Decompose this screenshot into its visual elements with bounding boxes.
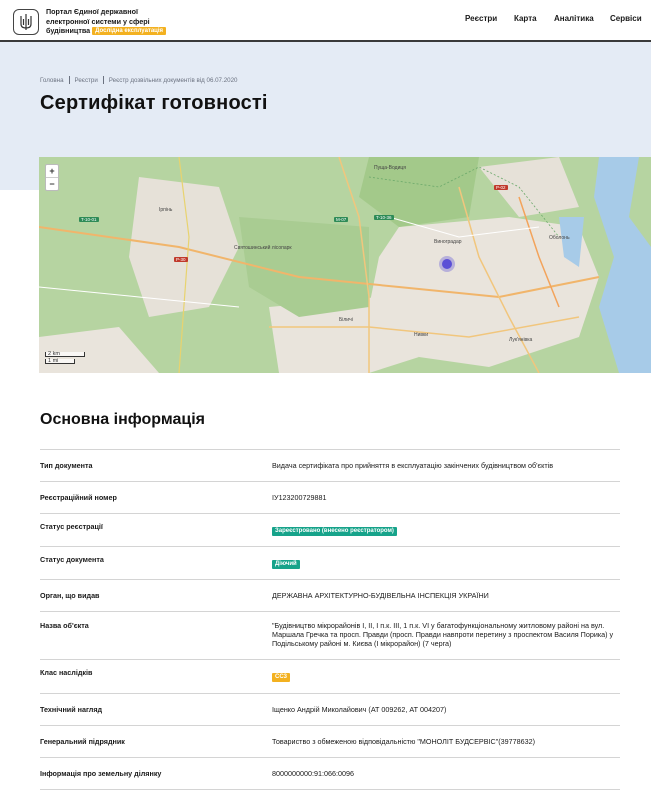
- info-row-doc-type: Тип документа Видача сертифіката про при…: [40, 450, 620, 482]
- brand-line-3: будівництва: [46, 26, 91, 36]
- map-scale: 2 km 1 mi: [45, 351, 85, 364]
- nav-services[interactable]: Сервіси: [610, 14, 642, 23]
- info-label: Статус документа: [40, 555, 104, 564]
- nav-analytics[interactable]: Аналітика: [554, 14, 594, 23]
- info-label: Тип документа: [40, 461, 93, 470]
- info-value: ІУ123200729881: [272, 492, 327, 502]
- info-value: Іщенко Андрій Миколайович (АТ 009262, АТ…: [272, 704, 447, 714]
- info-row-object-name: Назва об'єкта "Будівництво мікрорайонів …: [40, 612, 620, 660]
- breadcrumb-separator: [68, 76, 70, 84]
- info-table: Тип документа Видача сертифіката про при…: [40, 449, 620, 790]
- breadcrumb-current[interactable]: Реєстр дозвільних документів від 06.07.2…: [109, 77, 238, 84]
- breadcrumb: Головна Реєстри Реєстр дозвільних докуме…: [40, 76, 237, 84]
- info-value: Товариство з обмеженою відповідальністю …: [272, 736, 536, 746]
- info-value: Видача сертифіката про прийняття в експл…: [272, 460, 554, 470]
- portal-brand[interactable]: Портал Єдиної державної електронної сист…: [46, 7, 167, 36]
- map-label-vynohradar: Виноградар: [434, 239, 462, 245]
- scale-km: 2 km: [45, 351, 85, 357]
- location-map[interactable]: Святошинський лісопарк Виноградар Оболон…: [39, 157, 651, 373]
- nav-registries[interactable]: Реєстри: [465, 14, 497, 23]
- scale-mi: 1 mi: [45, 358, 75, 364]
- info-label: Орган, що видав: [40, 591, 100, 600]
- info-row-doc-status: Статус документа Діючий: [40, 547, 620, 580]
- map-tiles: [39, 157, 651, 373]
- map-zoom-control: + −: [45, 164, 59, 191]
- info-value: ДЕРЖАВНА АРХІТЕКТУРНО-БУДІВЕЛЬНА ІНСПЕКЦ…: [272, 590, 489, 600]
- road-tag-t1036: T-10-36: [374, 215, 394, 220]
- trident-logo-icon[interactable]: [13, 9, 39, 35]
- map-label-obolon: Оболонь: [549, 235, 570, 241]
- map-label-nyvky: Нивки: [414, 332, 429, 338]
- map-label-irpin: Ірпінь: [159, 207, 173, 213]
- nav-map[interactable]: Карта: [514, 14, 537, 23]
- breadcrumb-home[interactable]: Головна: [40, 77, 64, 84]
- info-label: Клас наслідків: [40, 668, 93, 677]
- trident-icon: [20, 14, 32, 30]
- info-label: Реєстраційний номер: [40, 493, 117, 502]
- info-row-issuer: Орган, що видав ДЕРЖАВНА АРХІТЕКТУРНО-БУ…: [40, 580, 620, 612]
- page-title: Сертифікат готовності: [40, 92, 268, 114]
- doc-status-badge: Діючий: [272, 560, 300, 569]
- map-label-lukianivka: Лук'янівка: [509, 337, 533, 343]
- map-label-forest: Святошинський лісопарк: [234, 245, 292, 251]
- info-label: Статус реєстрації: [40, 522, 103, 531]
- site-header: Портал Єдиної державної електронної сист…: [0, 0, 651, 42]
- brand-line-1: Портал Єдиної державної: [46, 7, 138, 16]
- info-label: Генеральний підрядник: [40, 737, 125, 746]
- map-label-bilychi: Біличі: [339, 317, 353, 323]
- section-title-main-info: Основна інформація: [40, 411, 205, 428]
- reg-status-badge: Зареєстровано (внесено реєстратором): [272, 527, 397, 536]
- info-row-consequence-class: Клас наслідків СС3: [40, 660, 620, 694]
- road-tag-p30: P-30: [174, 257, 188, 262]
- breadcrumb-registries[interactable]: Реєстри: [75, 77, 98, 84]
- info-label: Назва об'єкта: [40, 621, 89, 630]
- info-row-tech-supervision: Технічний нагляд Іщенко Андрій Миколайов…: [40, 694, 620, 726]
- info-row-reg-status: Статус реєстрації Зареєстровано (внесено…: [40, 514, 620, 547]
- map-label-pushcha: Пуща-Водиця: [374, 165, 406, 171]
- road-tag-p02: P-02: [494, 185, 508, 190]
- info-label: Технічний нагляд: [40, 705, 103, 714]
- info-row-reg-number: Реєстраційний номер ІУ123200729881: [40, 482, 620, 514]
- info-value: 8000000000:91:066:0096: [272, 768, 354, 778]
- class-badge: СС3: [272, 673, 291, 682]
- info-row-land-plot: Інформація про земельну ділянку 80000000…: [40, 758, 620, 790]
- brand-line-2: електронної системи у сфері: [46, 16, 150, 26]
- road-tag-m07: M-07: [334, 217, 349, 222]
- road-tag-t1001: T-10-01: [79, 217, 99, 222]
- info-label: Інформація про земельну ділянку: [40, 769, 162, 778]
- zoom-out-button[interactable]: −: [46, 178, 58, 191]
- beta-badge: Дослідна експлуатація: [92, 27, 167, 36]
- zoom-in-button[interactable]: +: [46, 165, 58, 178]
- info-row-general-contractor: Генеральний підрядник Товариство з обмеж…: [40, 726, 620, 758]
- breadcrumb-separator: [102, 76, 104, 84]
- info-value: "Будівництво мікрорайонів І, ІІ, І п.к. …: [272, 621, 614, 649]
